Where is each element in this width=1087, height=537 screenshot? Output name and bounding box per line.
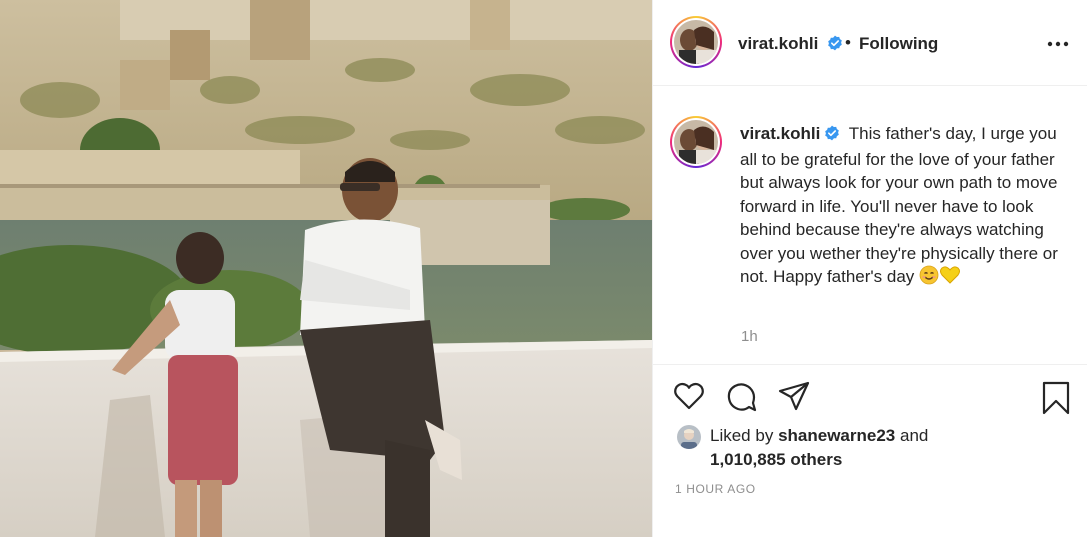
caption-username[interactable]: virat.kohli bbox=[740, 124, 820, 143]
liked-by-connector: and bbox=[899, 426, 929, 445]
likes-count[interactable]: 1,010,885 others bbox=[710, 450, 842, 470]
post-photo[interactable] bbox=[0, 0, 652, 537]
post-details-panel: virat.kohli • Following virat.kohli This… bbox=[652, 0, 1087, 537]
caption-author-avatar[interactable] bbox=[670, 116, 722, 168]
verified-badge-icon bbox=[824, 124, 840, 148]
liked-by-prefix: Liked by bbox=[710, 426, 774, 445]
liked-by-user[interactable]: shanewarne23 bbox=[778, 426, 895, 445]
bookmark-icon[interactable] bbox=[1041, 381, 1071, 420]
paper-plane-icon[interactable] bbox=[778, 381, 810, 416]
caption-text: This father's day, I urge you all to be … bbox=[740, 124, 1058, 286]
caption-time: 1h bbox=[741, 328, 758, 345]
post-caption: virat.kohli This father's day, I urge yo… bbox=[740, 122, 1065, 292]
liked-by-text: Liked by shanewarne23 and bbox=[710, 426, 928, 446]
post-timestamp[interactable]: 1 hour ago bbox=[675, 482, 756, 496]
post-header: virat.kohli • Following bbox=[653, 0, 1087, 86]
photo-illustration bbox=[0, 0, 652, 537]
liker-avatar[interactable] bbox=[677, 425, 701, 449]
more-horizontal-icon[interactable] bbox=[1046, 34, 1070, 54]
author-username[interactable]: virat.kohli bbox=[738, 34, 818, 54]
following-button[interactable]: Following bbox=[859, 34, 938, 54]
author-avatar[interactable] bbox=[670, 16, 722, 68]
heart-icon[interactable] bbox=[673, 381, 705, 416]
comment-icon[interactable] bbox=[726, 381, 758, 418]
yellow-heart-emoji bbox=[939, 265, 961, 292]
header-separator: • bbox=[845, 33, 851, 52]
verified-badge-icon bbox=[827, 35, 843, 56]
smiling-face-emoji bbox=[919, 265, 939, 292]
